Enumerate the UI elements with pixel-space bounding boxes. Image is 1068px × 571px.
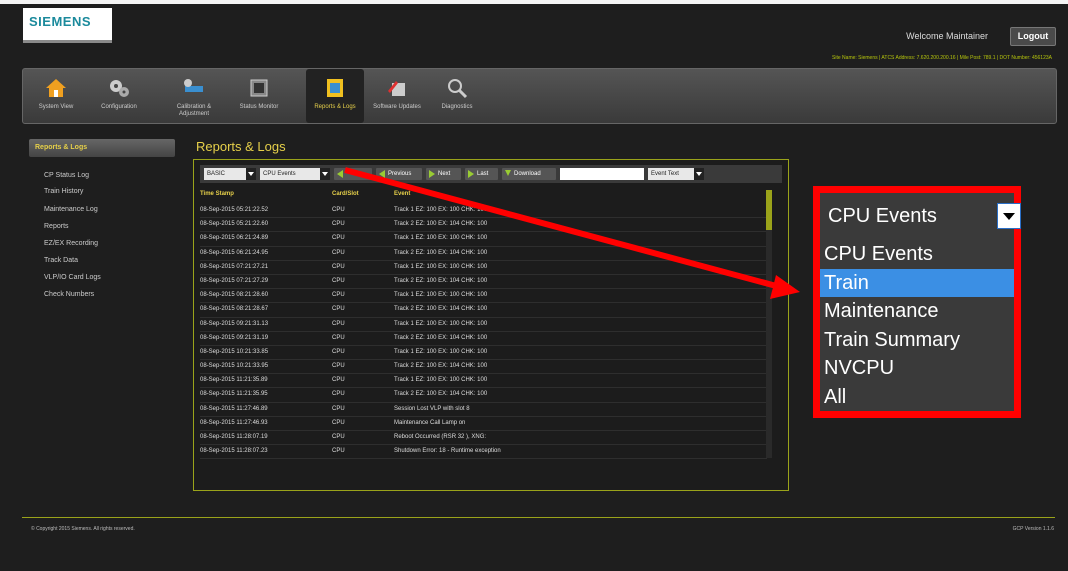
version-text: GCP Version 1.1.6	[1012, 526, 1054, 532]
option-maintenance[interactable]: Maintenance	[820, 297, 1014, 326]
footer-divider	[22, 517, 1055, 518]
callout-dropdown: CPU Events CPU Events Train Maintenance …	[820, 193, 1021, 412]
dropdown-options: CPU Events Train Maintenance Train Summa…	[820, 240, 1014, 412]
dropdown-selected-value: CPU Events	[828, 205, 937, 227]
callout-frame: CPU Events CPU Events Train Maintenance …	[813, 186, 1021, 418]
option-nvcpu[interactable]: NVCPU	[820, 354, 1014, 383]
copyright-text: © Copyright 2015 Siemens. All rights res…	[31, 526, 135, 532]
event-type-dropdown-zoomed[interactable]: CPU Events	[828, 203, 1021, 229]
option-all[interactable]: All	[820, 383, 1014, 412]
option-train[interactable]: Train	[820, 268, 1014, 298]
chevron-down-icon[interactable]	[997, 203, 1021, 229]
option-train-summary[interactable]: Train Summary	[820, 326, 1014, 355]
option-cpu-events[interactable]: CPU Events	[820, 240, 1014, 269]
